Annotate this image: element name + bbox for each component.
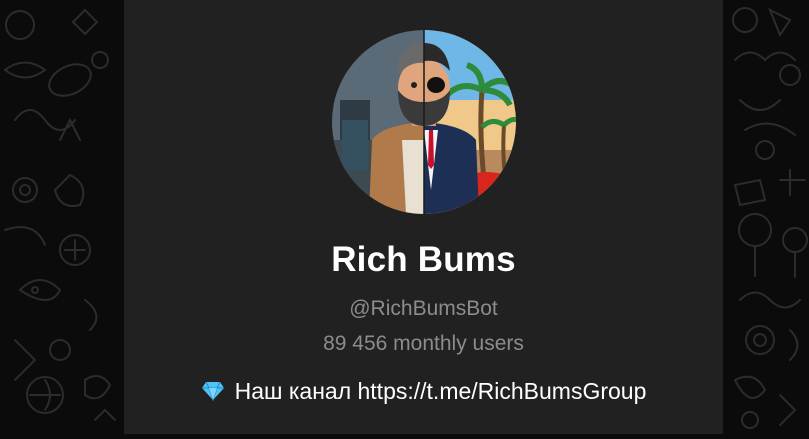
bot-description-text: Наш канал https://t.me/RichBumsGroup [234,378,647,404]
gem-icon [201,381,225,401]
bot-username[interactable]: @RichBumsBot [124,297,723,321]
bot-profile-card: Rich Bums @RichBumsBot 89 456 monthly us… [124,0,723,434]
bot-description: Наш канал https://t.me/RichBumsGroup [124,378,723,405]
bot-avatar[interactable] [332,30,516,214]
bot-name: Rich Bums [331,240,516,279]
monthly-users-count: 89 456 monthly users [323,332,524,355]
